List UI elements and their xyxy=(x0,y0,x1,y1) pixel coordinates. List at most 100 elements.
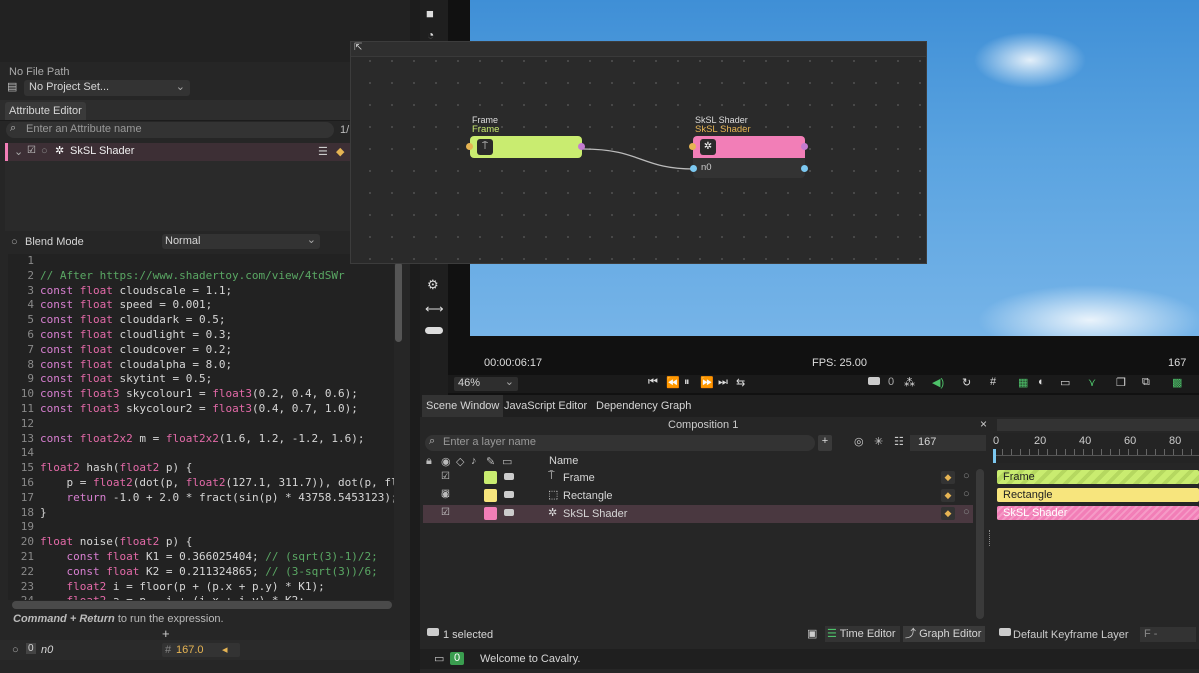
chevron-down-icon[interactable]: ⌄ xyxy=(14,145,23,158)
shapes-icon[interactable]: ⁂ xyxy=(904,376,915,389)
layer-color-swatch[interactable] xyxy=(484,471,497,484)
lock-icon[interactable]: 🔒︎ xyxy=(426,455,432,468)
path-icon[interactable]: ⋎ xyxy=(1088,376,1096,389)
solo-circle-icon[interactable]: ○ xyxy=(41,145,48,157)
rotate-icon[interactable]: ◔ xyxy=(427,28,434,42)
picker-icon[interactable]: ✎ xyxy=(486,455,495,468)
camera-icon[interactable]: ■ xyxy=(426,6,434,21)
tag-icon[interactable] xyxy=(504,473,514,480)
status-count-badge[interactable]: 0 xyxy=(450,652,464,665)
keyframe-icon[interactable]: ◆ xyxy=(941,471,955,484)
layer-color-swatch[interactable] xyxy=(484,507,497,520)
layer-row[interactable]: ☑ ✲ SkSL Shader ◆ ○ xyxy=(423,505,973,523)
add-layer-button[interactable]: + xyxy=(818,435,832,451)
mask-icon[interactable]: ◐ xyxy=(1038,376,1045,388)
tab-scene-window[interactable]: Scene Window xyxy=(422,395,504,417)
cube-icon[interactable]: ◇ xyxy=(456,455,464,468)
solo-circle-icon[interactable]: ○ xyxy=(963,470,970,482)
pill-icon[interactable] xyxy=(425,327,443,334)
checkbox-icon[interactable]: ☑ xyxy=(441,471,450,482)
gear-icon[interactable]: ⚙ xyxy=(427,277,439,293)
blend-mode-circle-icon[interactable]: ○ xyxy=(11,236,18,248)
zoom-select[interactable]: 46% ⌄ xyxy=(454,376,518,391)
rotate-icon[interactable]: ↻ xyxy=(962,376,971,389)
layout-green-icon[interactable]: ▦ xyxy=(1018,376,1028,389)
time-editor-button[interactable]: ☰ Time Editor xyxy=(825,626,900,642)
stack-icon[interactable]: ⧉ xyxy=(1142,376,1150,389)
frame-field[interactable]: F - xyxy=(1140,627,1196,642)
n0-value-field[interactable]: # 167.0 ◂ xyxy=(162,643,240,657)
layer-search-input[interactable]: ⌕ Enter a layer name xyxy=(425,435,815,451)
frame-icon[interactable]: ▣ xyxy=(807,627,817,640)
checkbox-icon[interactable]: ☑ xyxy=(441,507,450,518)
port-n0-input[interactable] xyxy=(690,165,697,172)
resize-horizontal-icon[interactable]: ⟷ xyxy=(425,301,444,317)
solo-circle-icon[interactable]: ○ xyxy=(963,488,970,500)
shader-node[interactable]: ✲ xyxy=(693,136,805,158)
step-back-icon[interactable]: ⏪ xyxy=(666,376,680,389)
solo-circle-icon[interactable]: ○ xyxy=(963,506,970,518)
layer-list-scrollbar[interactable] xyxy=(976,469,984,619)
close-icon[interactable]: × xyxy=(980,417,987,431)
blend-mode-select[interactable]: Normal ⌄ xyxy=(162,234,320,249)
audio-icon[interactable]: ◀) xyxy=(932,376,944,389)
splitter-handle[interactable] xyxy=(989,530,994,546)
code-scrollbar[interactable] xyxy=(395,262,402,342)
layer-row[interactable]: ☑ ◉ ⬚ Rectangle ◆ ○ xyxy=(423,487,973,505)
layer-row[interactable]: ☑ ⍑ Frame ◆ ○ xyxy=(423,469,973,487)
project-set-select[interactable]: No Project Set... ⌄ xyxy=(24,80,190,96)
tab-attribute-editor[interactable]: Attribute Editor xyxy=(5,102,86,120)
layer-header-row[interactable]: ⌄ ☑ ○ ✲ SkSL Shader ☰ ◆ xyxy=(5,143,353,161)
keyframe-icon[interactable]: ◆ xyxy=(336,145,344,158)
attribute-search-input[interactable]: ⌕ Enter an Attribute name xyxy=(6,122,334,138)
n0-circle-icon[interactable]: ○ xyxy=(12,644,19,656)
frame-node[interactable]: ⍑ xyxy=(470,136,582,158)
monitor-icon[interactable]: ▭ xyxy=(1060,376,1070,389)
checkbox-icon[interactable]: ☑ xyxy=(27,145,36,156)
frame-node-output-port[interactable] xyxy=(578,143,585,150)
skip-to-end-icon[interactable]: ⏭ xyxy=(718,376,728,389)
keyframe-icon[interactable]: ◆ xyxy=(941,489,955,502)
layer-color-swatch[interactable] xyxy=(484,489,497,502)
step-forward-icon[interactable]: ⏩ xyxy=(700,376,714,389)
project-icon[interactable]: ▤ xyxy=(7,80,21,94)
shader-node-output-port[interactable] xyxy=(801,143,808,150)
track-bar-rectangle[interactable]: Rectangle xyxy=(997,488,1199,502)
speaker-icon[interactable]: ♪ xyxy=(471,455,477,467)
skip-to-start-icon[interactable]: ⏮ xyxy=(648,376,658,389)
dependency-graph-window[interactable]: ⇱ Frame Frame ⍑ SkSL Shader SkSL Shader … xyxy=(350,41,927,264)
current-frame-field[interactable]: 167 xyxy=(910,435,986,451)
tag-icon[interactable]: ▭ xyxy=(502,455,512,468)
tag-icon[interactable] xyxy=(504,491,514,498)
track-bar-frame[interactable]: Frame xyxy=(997,470,1199,484)
track-bar-shader[interactable]: SkSL Shader xyxy=(997,506,1199,520)
tag-icon[interactable] xyxy=(868,377,880,385)
code-horizontal-scrollbar[interactable] xyxy=(12,601,392,609)
add-plus-icon[interactable]: + xyxy=(162,626,170,641)
timeline-ruler[interactable]: 0 20 40 60 80 xyxy=(993,433,1199,463)
eye-icon[interactable]: ◉ xyxy=(441,455,451,468)
code-editor[interactable]: 1 2 // After https://www.shadertoy.com/vie… xyxy=(8,254,394,600)
graph-editor-button[interactable]: ⤴ Graph Editor xyxy=(903,626,986,642)
console-icon[interactable]: ▭ xyxy=(434,652,444,665)
sparkle-icon[interactable]: ✳ xyxy=(874,435,883,448)
pause-icon[interactable]: ⏸ xyxy=(684,376,690,389)
tag-icon[interactable] xyxy=(999,628,1011,636)
layers-icon[interactable]: ❐ xyxy=(1116,376,1126,389)
loop-icon[interactable]: ⇆ xyxy=(736,376,745,389)
eye-icon[interactable]: ◉ xyxy=(441,489,450,500)
layout-icon[interactable]: ☰ xyxy=(318,145,328,158)
tab-dependency-graph[interactable]: Dependency Graph xyxy=(592,395,695,417)
frame-node-input-port[interactable] xyxy=(466,143,473,150)
tab-javascript-editor[interactable]: JavaScript Editor xyxy=(500,395,591,417)
shader-node-input-port[interactable] xyxy=(689,143,696,150)
playhead[interactable] xyxy=(993,449,996,463)
tag-icon[interactable] xyxy=(504,509,514,516)
keyframe-icon[interactable]: ◂ xyxy=(222,643,228,656)
grid-icon[interactable]: # xyxy=(990,376,996,388)
sliders-icon[interactable]: ☷ xyxy=(894,435,904,448)
port-n0-output[interactable] xyxy=(801,165,808,172)
tag-icon[interactable] xyxy=(427,628,439,636)
checker-icon[interactable]: ▩ xyxy=(1172,376,1182,389)
record-icon[interactable]: ◎ xyxy=(854,435,864,448)
